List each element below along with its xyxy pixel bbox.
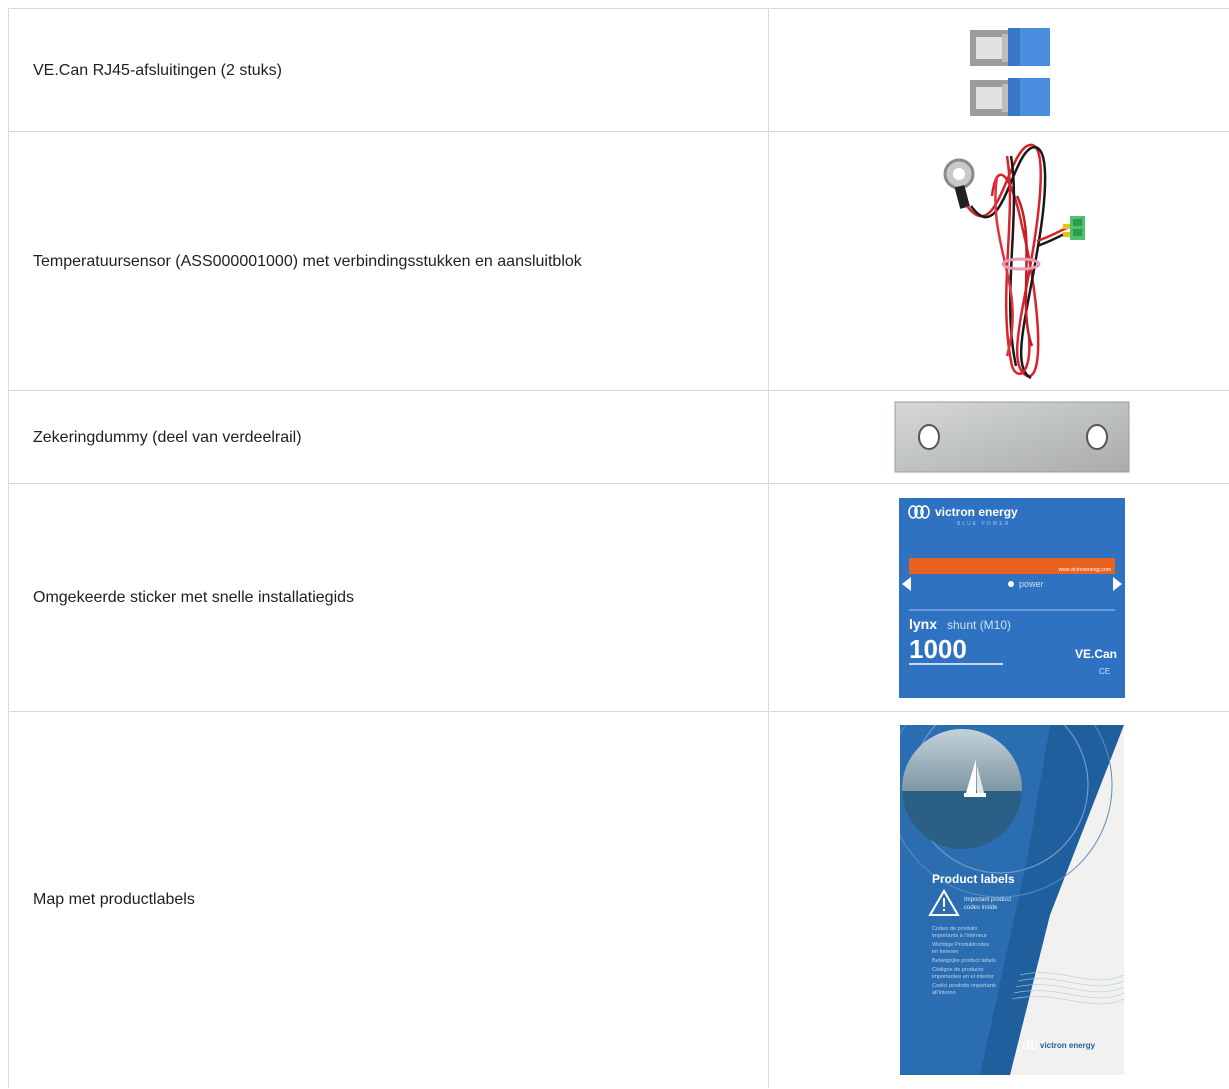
sticker-tagline: BLUE POWER <box>957 521 1010 527</box>
folder-line: Codes de produits <box>932 926 978 932</box>
item-description: Omgekeerde sticker met snelle installati… <box>8 483 769 712</box>
folder-line: Códigos de producto <box>932 967 984 973</box>
item-image-cell <box>768 390 1229 484</box>
product-labels-folder-icon: Product labels Important product codes i… <box>899 724 1124 1075</box>
item-image-cell: victron energy BLUE POWER www.victronene… <box>768 483 1229 712</box>
folder-line: Codici prodotto importanti <box>932 983 996 989</box>
table-row: Zekeringdummy (deel van verdeelrail) <box>8 390 1229 484</box>
item-description: VE.Can RJ45-afsluitingen (2 stuks) <box>8 8 769 132</box>
item-description: Temperatuursensor (ASS000001000) met ver… <box>8 131 769 391</box>
sticker-power: power <box>1019 579 1044 589</box>
folder-brand: victron energy <box>1040 1041 1096 1050</box>
table-row: Temperatuursensor (ASS000001000) met ver… <box>8 131 1229 391</box>
sticker-product-rest: shunt (M10) <box>947 618 1011 632</box>
sticker-product-bold: lynx <box>909 616 937 632</box>
table-row: Map met productlabels Product labels Imp… <box>8 711 1229 1088</box>
folder-line: importants à l'intérieur <box>932 933 987 939</box>
table-row: Omgekeerde sticker met snelle installati… <box>8 483 1229 712</box>
sticker-icon: victron energy BLUE POWER www.victronene… <box>898 497 1125 698</box>
sticker-rating: 1000 <box>909 634 967 664</box>
item-description: Zekeringdummy (deel van verdeelrail) <box>8 390 769 484</box>
table-row: VE.Can RJ45-afsluitingen (2 stuks) <box>8 8 1229 132</box>
power-led-icon <box>1007 580 1014 587</box>
folder-line: all'interno <box>932 990 956 996</box>
folder-line: importantes en el interior <box>932 974 994 980</box>
folder-line: im Inneren <box>932 949 958 955</box>
sticker-url: www.victronenergy.com <box>1058 567 1110 573</box>
folder-line: Belangrijke product labels <box>932 958 996 964</box>
sticker-brand: victron energy <box>935 505 1018 519</box>
temperature-sensor-cable-icon <box>943 143 1085 380</box>
fuse-dummy-icon <box>894 401 1129 473</box>
item-image-cell <box>768 131 1229 391</box>
item-image-cell <box>768 8 1229 132</box>
contents-table: VE.Can RJ45-afsluitingen (2 stuks) Tempe… <box>8 8 1229 1088</box>
item-description: Map met productlabels <box>8 711 769 1088</box>
sticker-bus: VE.Can <box>1075 647 1117 661</box>
folder-line: Important product <box>964 897 1011 903</box>
sticker-mark: CE <box>1099 667 1110 676</box>
folder-line: Wichtige Produktcodes <box>932 942 989 948</box>
folder-line: codes inside <box>964 905 998 911</box>
folder-heading: Product labels <box>932 872 1015 886</box>
rj45-terminators-icon <box>969 28 1050 116</box>
item-image-cell: Product labels Important product codes i… <box>768 711 1229 1088</box>
